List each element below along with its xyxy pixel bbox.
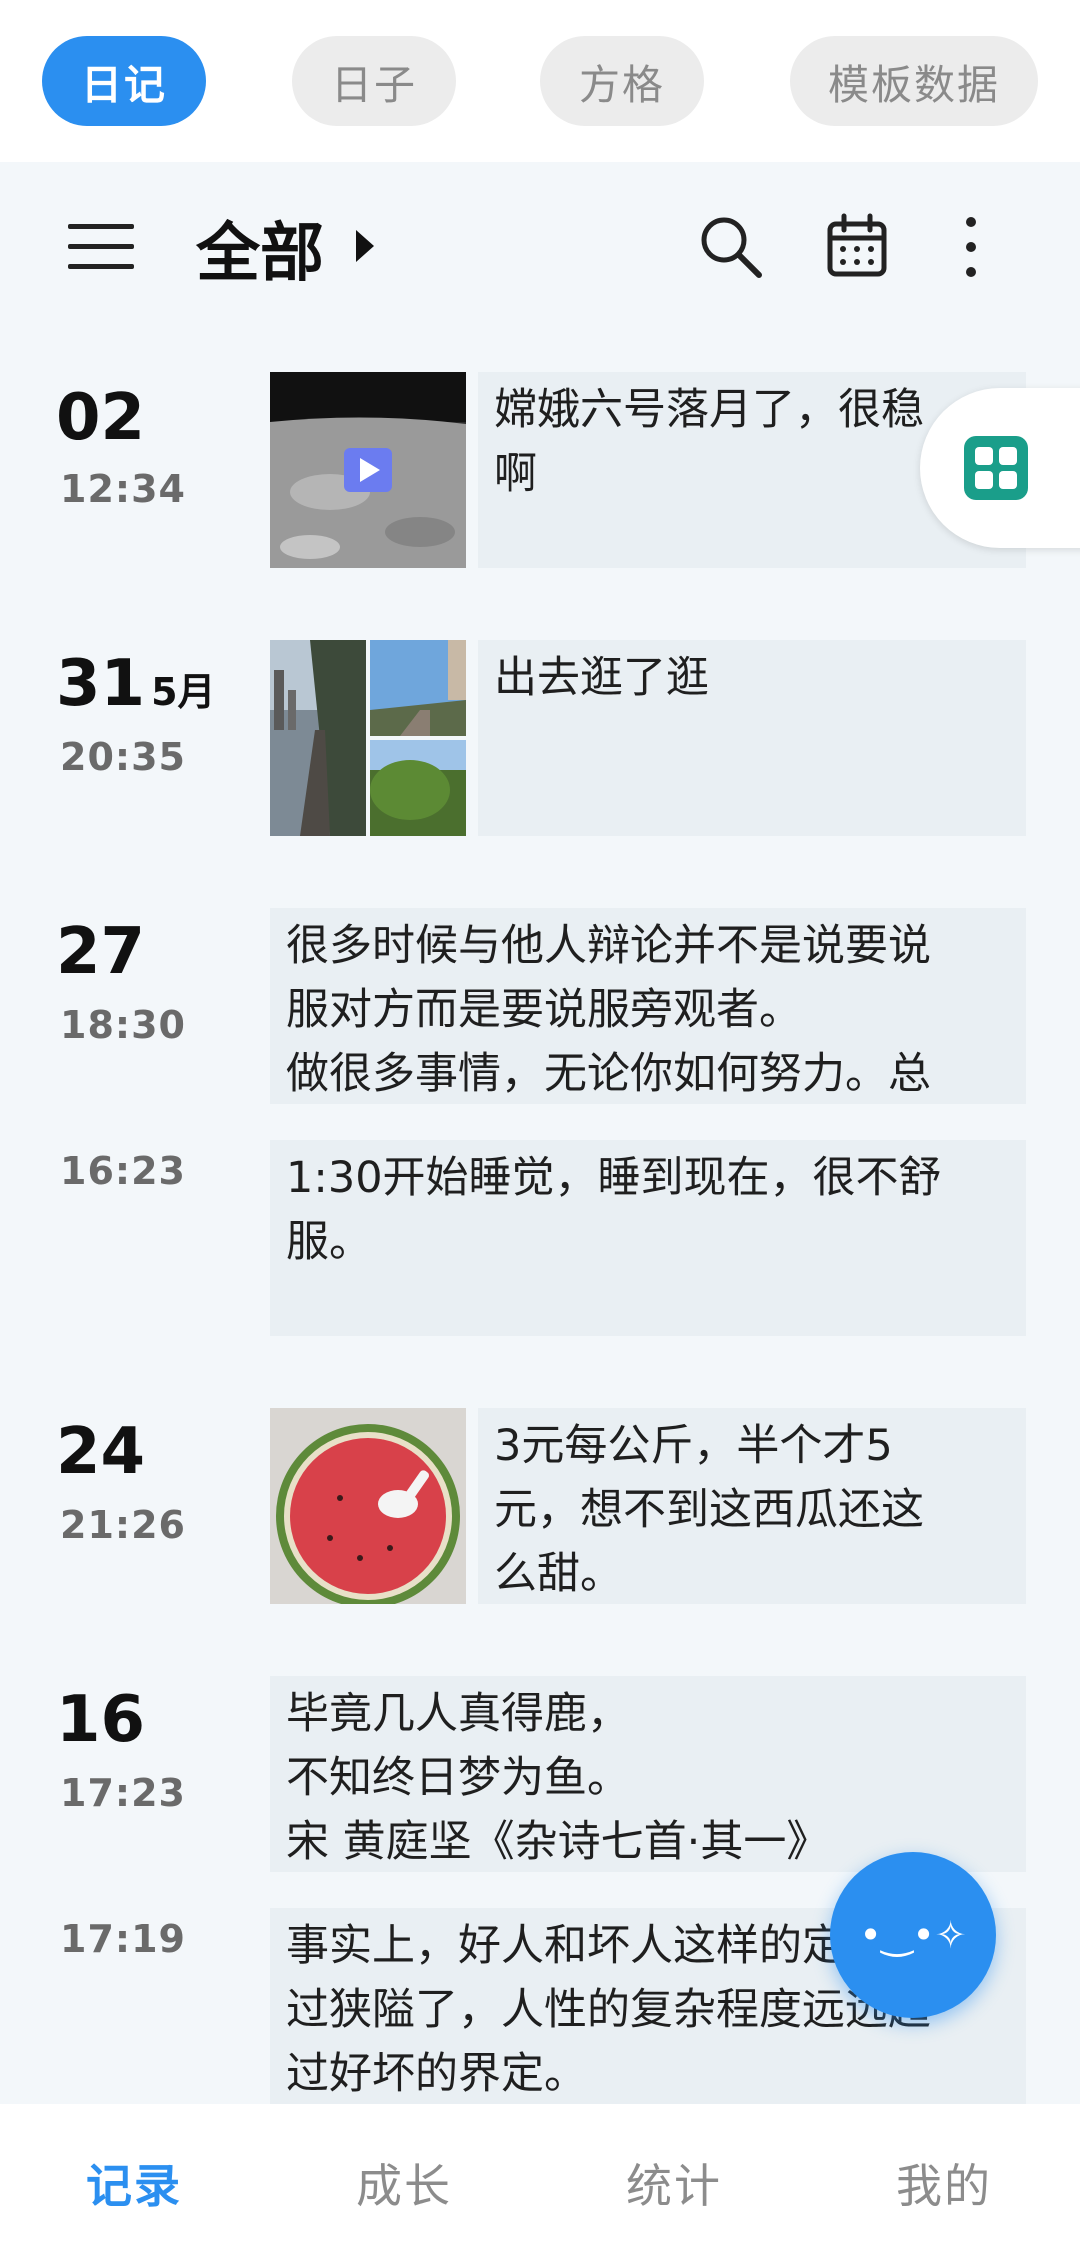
moon-video-thumbnail[interactable] — [270, 372, 466, 568]
entry-card[interactable]: 出去逛了逛 — [478, 640, 1026, 836]
entry-text: 很多时候与他人辩论并不是说要说 服对方而是要说服旁观者。 做很多事情，无论你如何… — [286, 921, 931, 1099]
entry-day: 16 — [56, 1683, 146, 1757]
entry-time: 21:26 — [60, 1503, 186, 1547]
entry-card[interactable]: 毕竟几人真得鹿， 不知终日梦为鱼。 宋 黄庭坚《杂诗七首·其一》 — [270, 1676, 1026, 1872]
nav-records[interactable]: 记录 — [34, 2150, 234, 2216]
nav-mine[interactable]: 我的 — [844, 2150, 1044, 2216]
top-tab-bar: 日记 日子 方格 模板数据 — [0, 0, 1080, 162]
side-widget[interactable] — [920, 388, 1080, 548]
entry-text: 出去逛了逛 — [494, 653, 709, 703]
search-icon[interactable] — [696, 212, 766, 282]
nav-stats[interactable]: 统计 — [574, 2150, 774, 2216]
entry-card[interactable]: 很多时候与他人辩论并不是说要说 服对方而是要说服旁观者。 做很多事情，无论你如何… — [270, 908, 1026, 1104]
railway-photos-thumbnail[interactable] — [270, 640, 466, 836]
entry-text: 3元每公斤，半个才5 元，想不到这西瓜还这 么甜。 — [494, 1421, 924, 1599]
entry-time: 18:30 — [60, 1003, 186, 1047]
watermelon-thumbnail[interactable] — [270, 1408, 466, 1604]
tab-diary[interactable]: 日记 — [42, 36, 206, 126]
entry-time: 16:23 — [60, 1149, 186, 1193]
bottom-nav: 记录 成长 统计 我的 — [0, 2104, 1080, 2268]
calendar-icon[interactable] — [822, 212, 892, 282]
tab-grid[interactable]: 方格 — [540, 36, 704, 126]
tab-days[interactable]: 日子 — [292, 36, 456, 126]
entry-text: 毕竟几人真得鹿， 不知终日梦为鱼。 宋 黄庭坚《杂诗七首·其一》 — [286, 1689, 830, 1867]
caret-right-icon[interactable] — [356, 230, 374, 262]
more-vertical-icon[interactable] — [936, 212, 1006, 282]
page-title[interactable]: 全部 — [196, 202, 324, 294]
entry-day: 02 — [56, 381, 146, 455]
new-entry-fab[interactable]: •‿•✧ — [830, 1852, 996, 2018]
grid-apps-icon[interactable] — [962, 434, 1030, 502]
entry-day: 31 5月 — [56, 647, 216, 721]
entry-card[interactable]: 1:30开始睡觉，睡到现在，很不舒 服。 — [270, 1140, 1026, 1336]
page-header: 全部 — [0, 162, 1080, 332]
entry-month: 5月 — [151, 670, 216, 714]
entry-time: 20:35 — [60, 735, 186, 779]
entry-day: 27 — [56, 915, 146, 989]
entry-time: 17:23 — [60, 1771, 186, 1815]
tab-template-data[interactable]: 模板数据 — [790, 36, 1038, 126]
entry-time: 12:34 — [60, 467, 186, 511]
entry-card[interactable]: 3元每公斤，半个才5 元，想不到这西瓜还这 么甜。 — [478, 1408, 1026, 1604]
menu-icon[interactable] — [68, 222, 134, 272]
smiley-face-icon: •‿•✧ — [859, 1913, 967, 1957]
entry-day: 24 — [56, 1415, 146, 1489]
nav-growth[interactable]: 成长 — [304, 2150, 504, 2216]
entry-text: 1:30开始睡觉，睡到现在，很不舒 服。 — [286, 1153, 942, 1267]
entry-time: 17:19 — [60, 1917, 186, 1961]
